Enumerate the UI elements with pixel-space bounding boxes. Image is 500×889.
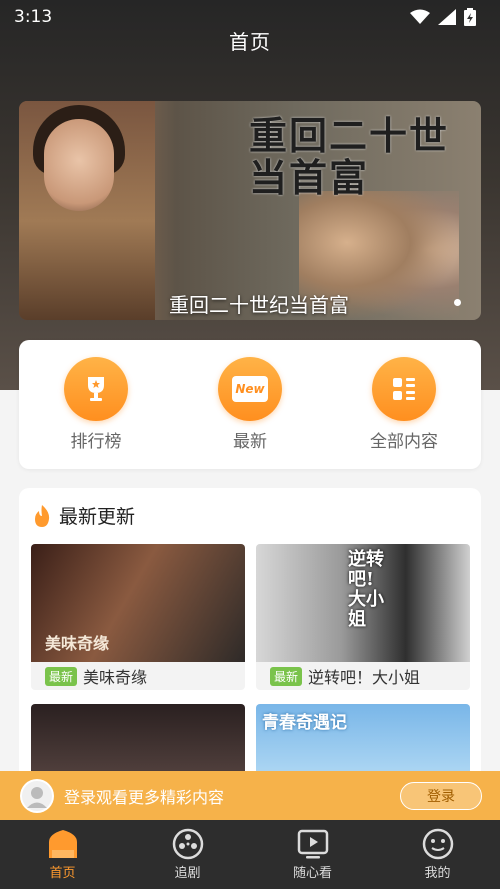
profile-icon <box>422 828 453 860</box>
film-reel-icon <box>172 828 203 860</box>
battery-icon <box>464 8 476 26</box>
new-icon-text: New <box>235 382 265 396</box>
latest-title: 最新更新 <box>59 506 136 528</box>
thumbnail-title-text: 美味奇缘 <box>45 634 110 653</box>
drama-title: 美味奇缘 <box>83 668 148 687</box>
quick-label-ranking: 排行榜 <box>70 432 122 452</box>
quick-label-all: 全部内容 <box>370 432 438 452</box>
latest-updates-section: 最新更新 美味奇缘 最新 美味奇缘 逆转吧!大小姐 最新 逆转吧！大小姐 青春奇… <box>19 488 481 788</box>
flame-icon <box>35 504 50 527</box>
nav-label-profile: 我的 <box>424 866 451 881</box>
login-button[interactable]: 登录 <box>400 782 482 810</box>
poster-title-line-1: 重回二十世 <box>249 113 450 158</box>
nav-tab-home[interactable]: 首页 <box>0 820 125 889</box>
bottom-nav: 首页 追剧 随心看 我的 <box>0 820 500 889</box>
play-icon <box>297 829 328 859</box>
page-title: 首页 <box>229 30 271 54</box>
nav-tab-follow[interactable]: 追剧 <box>125 820 250 889</box>
home-icon <box>48 830 77 858</box>
latest-header: 最新更新 <box>31 502 135 529</box>
new-badge: 最新 <box>270 666 303 686</box>
signal-icon <box>438 9 456 25</box>
quick-item-latest[interactable]: New 最新 <box>185 357 315 452</box>
wifi-icon <box>410 9 430 24</box>
quick-item-ranking[interactable]: 排行榜 <box>31 357 161 452</box>
thumbnail-title-text: 逆转吧!大小姐 <box>348 549 384 630</box>
trophy-icon <box>64 357 128 421</box>
nav-tab-watch[interactable]: 随心看 <box>250 820 375 889</box>
new-icon: New <box>218 357 282 421</box>
login-prompt-text: 登录观看更多精彩内容 <box>64 787 225 807</box>
banner-caption: 重回二十世纪当首富 <box>169 293 349 317</box>
avatar <box>20 778 54 813</box>
thumbnail-title-text: 青春奇遇记 <box>262 713 347 733</box>
drama-thumbnail: 美味奇缘 <box>31 544 245 662</box>
nav-label-follow: 追剧 <box>174 866 201 881</box>
grid-icon <box>372 357 436 421</box>
drama-meta: 最新 美味奇缘 <box>31 662 245 690</box>
banner-side-image <box>19 101 155 320</box>
new-badge: 最新 <box>45 666 78 686</box>
status-time: 3:13 <box>14 7 53 27</box>
carousel-indicator[interactable] <box>454 299 461 306</box>
banner-poster-title: 重回二十世 当首富 <box>249 115 449 199</box>
nav-label-home: 首页 <box>49 866 76 881</box>
drama-card[interactable]: 美味奇缘 最新 美味奇缘 <box>31 544 245 690</box>
nav-label-watch: 随心看 <box>292 866 332 881</box>
quick-label-latest: 最新 <box>233 432 267 452</box>
status-icons <box>410 8 476 26</box>
nav-tab-profile[interactable]: 我的 <box>375 820 500 889</box>
user-avatar-icon <box>22 780 52 811</box>
drama-meta: 最新 逆转吧！大小姐 <box>256 662 470 690</box>
drama-card[interactable]: 逆转吧!大小姐 最新 逆转吧！大小姐 <box>256 544 470 690</box>
poster-title-line-2: 当首富 <box>249 155 370 200</box>
quick-item-all[interactable]: 全部内容 <box>339 357 469 452</box>
quick-access-card: 排行榜 New 最新 全部内容 <box>19 340 481 469</box>
hero-banner[interactable]: 重回二十世 当首富 重回二十世纪当首富 <box>19 101 481 320</box>
drama-title: 逆转吧！大小姐 <box>308 668 421 687</box>
login-prompt-bar: 登录观看更多精彩内容 登录 <box>0 771 500 820</box>
banner-figure-face <box>44 119 114 211</box>
drama-thumbnail: 逆转吧!大小姐 <box>256 544 470 662</box>
